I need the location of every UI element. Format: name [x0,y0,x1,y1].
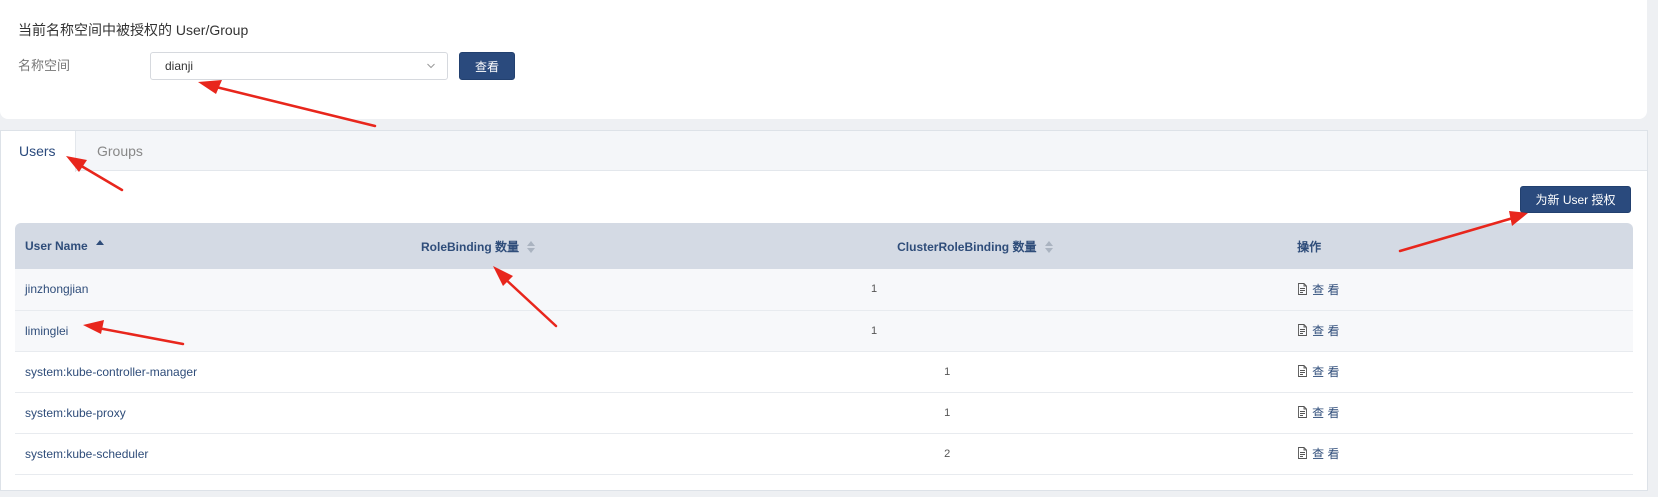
view-detail-label: 查 看 [1312,282,1340,297]
column-header-label: ClusterRoleBinding 数量 [897,239,1037,254]
user-name-cell: system:kube-controller-manager [25,364,198,379]
column-header-user-name[interactable]: User Name [15,223,411,269]
rolebinding-count-cell: 1 [871,283,878,296]
rolebinding-count-cell [411,392,887,433]
rolebinding-count-cell: 1 [871,324,878,337]
user-name-cell: jinzhongjian [25,282,89,297]
table-row: system:kube-controller-manager 1 查 看 [15,351,1633,392]
view-button[interactable]: 查看 [459,52,515,80]
actions-cell: 查 看 [1287,310,1633,351]
user-name-cell: liminglei [25,323,69,338]
actions-cell: 查 看 [1287,392,1633,433]
clusterrolebinding-count-cell [887,310,1287,351]
table-row: system:kube-proxy 1 查 看 [15,392,1633,433]
table-header-row: User Name RoleBinding 数量 ClusterRoleBind… [15,223,1633,269]
clusterrolebinding-count-cell: 1 [944,365,951,378]
column-header-label: RoleBinding 数量 [421,239,519,254]
main-panel: Users Groups 为新 User 授权 User Name RoleBi… [0,130,1648,491]
tabs-bar: Users Groups [1,131,1647,172]
sort-icon [527,241,536,254]
sort-ascending-icon [96,240,105,253]
document-icon [1298,324,1308,337]
user-name-cell: system:kube-scheduler [25,446,149,461]
grant-user-button[interactable]: 为新 User 授权 [1520,186,1631,213]
view-detail-link[interactable]: 查 看 [1297,322,1339,339]
tab-groups[interactable]: Groups [79,131,161,171]
actions-cell: 查 看 [1287,433,1633,474]
table-row: liminglei 1 查 看 [15,310,1633,351]
sort-icon [1044,241,1053,254]
table-row: system:kube-scheduler 2 查 看 [15,433,1633,474]
rolebinding-count-cell [411,433,887,474]
view-detail-link[interactable]: 查 看 [1297,363,1339,380]
clusterrolebinding-count-cell: 1 [944,406,951,419]
table-row: jinzhongjian 1 查 看 [15,269,1633,310]
column-header-label: User Name [25,238,88,253]
column-header-rolebinding[interactable]: RoleBinding 数量 [411,223,887,269]
namespace-select-value: dianji [165,59,194,73]
column-header-clusterrolebinding[interactable]: ClusterRoleBinding 数量 [887,223,1287,269]
document-icon [1298,365,1308,378]
actions-cell: 查 看 [1287,269,1633,310]
view-detail-label: 查 看 [1312,405,1340,420]
view-detail-link[interactable]: 查 看 [1297,281,1339,298]
clusterrolebinding-count-cell: 2 [944,447,951,460]
view-detail-link[interactable]: 查 看 [1297,404,1339,421]
actions-cell: 查 看 [1287,351,1633,392]
view-detail-label: 查 看 [1312,323,1340,338]
view-detail-label: 查 看 [1312,364,1340,379]
namespace-select[interactable]: dianji [150,52,448,80]
namespace-panel: 当前名称空间中被授权的 User/Group 名称空间 dianji 查看 [0,0,1647,119]
document-icon [1298,406,1308,419]
rolebinding-count-cell [411,351,887,392]
page-title: 当前名称空间中被授权的 User/Group [18,22,249,38]
users-table: User Name RoleBinding 数量 ClusterRoleBind… [15,223,1633,475]
user-name-cell: system:kube-proxy [25,405,126,420]
view-detail-link[interactable]: 查 看 [1297,445,1339,462]
document-icon [1298,283,1308,295]
tab-users[interactable]: Users [1,131,76,172]
clusterrolebinding-count-cell [887,269,1287,310]
view-detail-label: 查 看 [1312,446,1340,461]
column-header-actions: 操作 [1297,239,1322,254]
document-icon [1298,447,1308,460]
namespace-label: 名称空间 [18,58,71,73]
chevron-down-icon [427,63,435,69]
